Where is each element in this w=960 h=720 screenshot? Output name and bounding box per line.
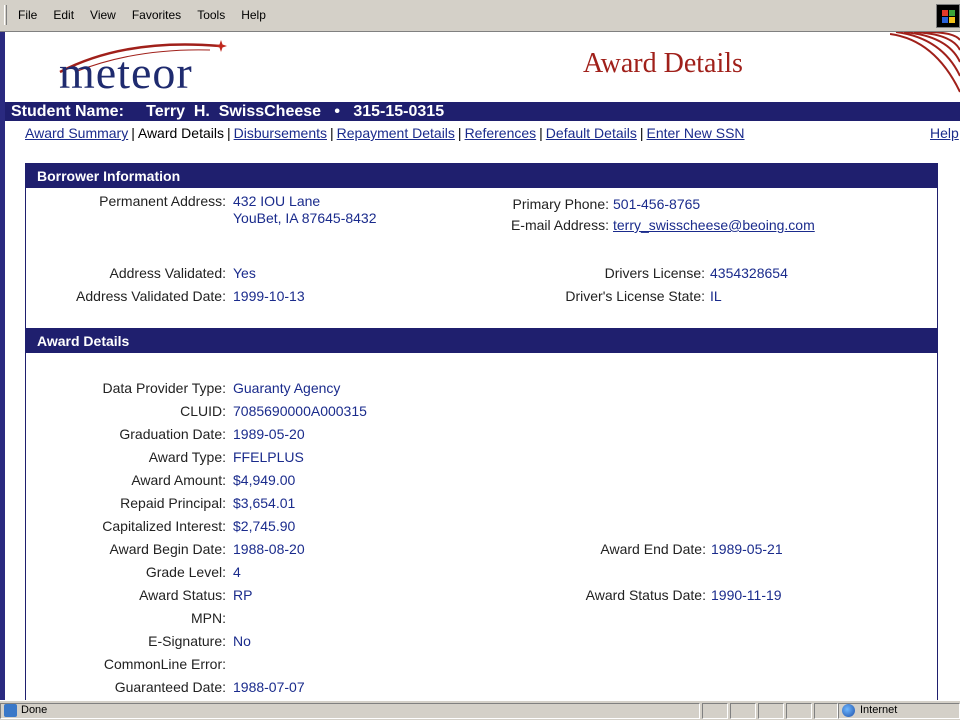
- field-label: Grade Level:: [145, 564, 226, 580]
- menu-items: File Edit View Favorites Tools Help: [18, 8, 282, 22]
- award-details-panel: Award Details Data Provider Type: Guaran…: [25, 328, 938, 700]
- field-label: CommonLine Error:: [103, 656, 226, 672]
- award-end-date-label: Award End Date:: [600, 541, 706, 557]
- windows-logo-icon: [936, 4, 960, 28]
- email-label: E-mail Address:: [510, 217, 609, 233]
- borrower-information-heading: Borrower Information: [26, 164, 937, 188]
- repaid-principal: $3,654.01: [233, 495, 296, 511]
- drivers-license-label: Drivers License:: [604, 265, 705, 281]
- student-ssn: 315-15-0315: [353, 103, 445, 120]
- nav-enter-new-ssn[interactable]: Enter New SSN: [646, 125, 744, 141]
- browser-menu-bar: File Edit View Favorites Tools Help: [0, 0, 960, 32]
- status-main-cell: [0, 703, 700, 719]
- address-validated: Yes: [233, 265, 256, 281]
- page-header: meteor Award Details: [5, 32, 960, 102]
- award-status: RP: [233, 587, 253, 603]
- menu-favorites[interactable]: Favorites: [132, 8, 181, 22]
- nav-help[interactable]: Help: [930, 125, 959, 141]
- page-done-icon: [4, 704, 17, 717]
- cluid: 7085690000A000315: [233, 403, 367, 419]
- internet-globe-icon: [842, 704, 855, 717]
- menu-tools[interactable]: Tools: [197, 8, 225, 22]
- award-status-date: 1990-11-19: [711, 587, 782, 603]
- status-cell: [730, 703, 756, 719]
- status-text: Done: [21, 704, 48, 716]
- nav-separator: |: [457, 125, 462, 141]
- page-title: Award Details: [583, 48, 743, 79]
- navigation-links: Award Summary | Award Details | Disbursement…: [25, 125, 959, 141]
- nav-award-details: Award Details: [137, 125, 224, 141]
- grade-level: 4: [233, 564, 241, 580]
- nav-separator: |: [330, 125, 334, 141]
- status-cell: [758, 703, 784, 719]
- student-name-label: Student Name:: [11, 103, 124, 120]
- nav-separator: |: [131, 125, 135, 141]
- award-details-heading: Award Details: [26, 329, 937, 353]
- address-line2: YouBet, IA 87645-8432: [233, 210, 377, 226]
- status-cell: [814, 703, 838, 719]
- award-end-date: 1989-05-21: [711, 541, 783, 557]
- field-label: Award Type:: [148, 449, 226, 465]
- menu-view[interactable]: View: [90, 8, 116, 22]
- drivers-license-state: IL: [710, 288, 722, 304]
- data-provider-type: Guaranty Agency: [233, 380, 341, 396]
- primary-phone-label: Primary Phone:: [512, 196, 609, 212]
- toolbar-grip: [4, 5, 7, 25]
- address-validated-label: Address Validated:: [109, 265, 226, 281]
- zone-text: Internet: [860, 704, 898, 716]
- e-signature: No: [233, 633, 251, 649]
- zone-cell: [838, 703, 960, 719]
- award-begin-date: 1988-08-20: [233, 541, 305, 557]
- nav-separator: |: [639, 125, 644, 141]
- address-line1: 432 IOU Lane: [233, 193, 321, 209]
- drivers-license-state-label: Driver's License State:: [565, 288, 705, 304]
- nav-references[interactable]: References: [465, 125, 537, 141]
- borrower-information-panel: Borrower Information Permanent Address: …: [25, 163, 938, 329]
- field-label: Repaid Principal:: [120, 495, 226, 511]
- permanent-address-label: Permanent Address:: [99, 193, 226, 209]
- status-cell: [786, 703, 812, 719]
- field-label: E-Signature:: [148, 633, 226, 649]
- nav-repayment-details[interactable]: Repayment Details: [337, 125, 455, 141]
- nav-disbursements[interactable]: Disbursements: [234, 125, 327, 141]
- field-label: Data Provider Type:: [102, 380, 226, 396]
- meteor-logo: meteor: [59, 47, 193, 98]
- drivers-license: 4354328654: [710, 265, 788, 281]
- field-label: Capitalized Interest:: [102, 518, 226, 534]
- menu-file[interactable]: File: [18, 8, 37, 22]
- browser-status-bar: Done Internet: [0, 700, 960, 720]
- nav-separator: |: [539, 125, 543, 141]
- award-amount: $4,949.00: [233, 472, 296, 488]
- capitalized-interest: $2,745.90: [233, 518, 296, 534]
- nav-separator: |: [226, 125, 231, 141]
- field-label: Award Begin Date:: [109, 541, 226, 557]
- nav-default-details[interactable]: Default Details: [546, 125, 637, 141]
- award-status-date-label: Award Status Date:: [585, 587, 706, 603]
- primary-phone: 501-456-8765: [613, 196, 701, 212]
- award-type: FFELPLUS: [233, 449, 304, 465]
- page-content: meteor Award Details Student Name: Terry…: [0, 32, 960, 700]
- field-label: Guaranteed Date:: [114, 679, 226, 695]
- left-edge-bar: [0, 32, 5, 700]
- student-info-bar: Student Name: Terry H. SwissCheese • 315…: [5, 102, 960, 121]
- field-label: Award Amount:: [131, 472, 226, 488]
- decorative-stripes: [890, 32, 960, 93]
- status-cell: [702, 703, 728, 719]
- address-validated-date: 1999-10-13: [233, 288, 305, 304]
- address-validated-date-label: Address Validated Date:: [76, 288, 226, 304]
- menu-edit[interactable]: Edit: [53, 8, 74, 22]
- field-label: MPN:: [191, 610, 226, 626]
- field-label: Graduation Date:: [119, 426, 226, 442]
- field-label: Award Status:: [139, 587, 226, 603]
- menu-help[interactable]: Help: [241, 8, 266, 22]
- bullet-separator: •: [334, 103, 340, 120]
- guaranteed-date: 1988-07-07: [233, 679, 305, 695]
- email-link[interactable]: terry_swisscheese@beoing.com: [613, 217, 815, 233]
- graduation-date: 1989-05-20: [233, 426, 305, 442]
- field-label: CLUID:: [180, 403, 226, 419]
- student-name: Terry H. SwissCheese: [146, 103, 322, 120]
- nav-award-summary[interactable]: Award Summary: [25, 125, 128, 141]
